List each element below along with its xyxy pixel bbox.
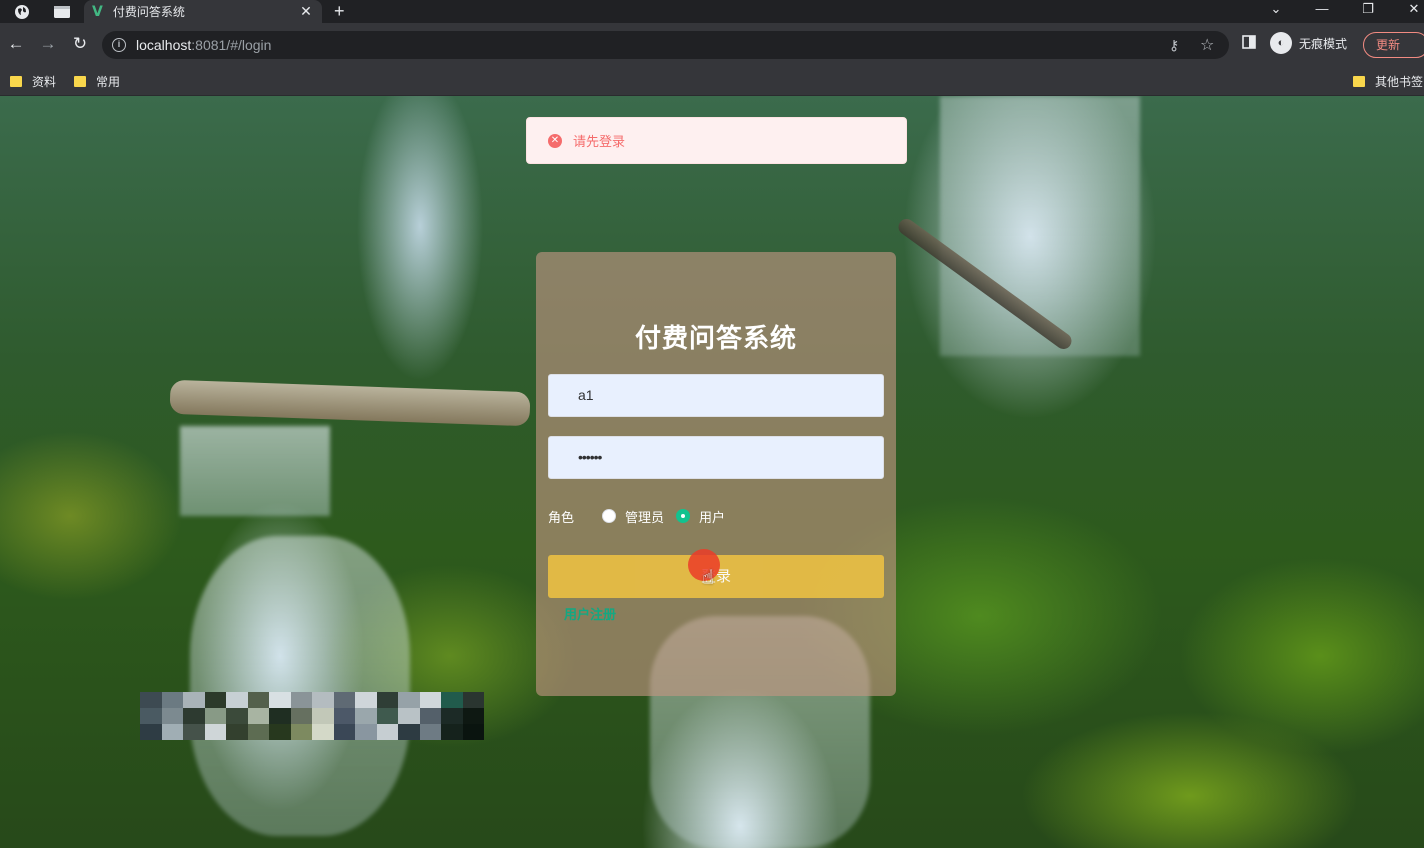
forward-arrow-icon[interactable]: → (37, 33, 59, 55)
close-window-icon[interactable]: ✕ (1391, 0, 1424, 23)
role-radio-user[interactable]: 用户 (676, 507, 725, 526)
waterfall-decoration (190, 536, 410, 836)
role-option-label: 用户 (699, 509, 726, 525)
pixelated-redaction (140, 692, 484, 740)
tab-search-icon[interactable] (50, 0, 74, 23)
back-arrow-icon[interactable]: ← (5, 33, 27, 55)
side-panel-icon[interactable] (1238, 33, 1260, 55)
log-decoration (169, 379, 531, 427)
radio-checked-icon[interactable] (676, 509, 691, 523)
login-card: 付费问答系统 a1 •••••• 角色 管理员 用户 登录 ☝ 用户注册 (536, 252, 896, 696)
minimize-icon[interactable]: — (1299, 0, 1345, 23)
url-host: localhost (136, 37, 192, 53)
register-link[interactable]: 用户注册 (564, 604, 616, 623)
url-path: :8081/#/login (191, 37, 272, 53)
bookmark-label: 常用 (96, 75, 121, 89)
role-radio-admin[interactable]: 管理员 (602, 507, 664, 526)
radio-unchecked-icon[interactable] (602, 509, 617, 523)
update-button[interactable]: 更新 (1363, 32, 1424, 58)
bookmark-folder[interactable]: 资料 (10, 73, 56, 90)
role-option-label: 管理员 (625, 509, 665, 525)
folder-icon (1353, 76, 1365, 87)
incognito-indicator[interactable]: ◐ 无痕模式 (1270, 32, 1347, 54)
tab-list-chevron-icon[interactable]: ⌄ (1253, 0, 1299, 23)
incognito-icon: ◐ (1270, 32, 1292, 54)
password-key-icon[interactable]: ⚷ (1169, 37, 1179, 54)
bookmarks-bar: 资料 常用 其他书签 (0, 67, 1424, 96)
globe-icon[interactable] (10, 0, 34, 23)
restore-icon[interactable]: ❐ (1345, 0, 1391, 23)
bookmark-folder[interactable]: 常用 (74, 73, 120, 90)
other-bookmarks[interactable]: 其他书签 (1353, 73, 1423, 90)
folder-icon (10, 76, 22, 87)
waterfall-decoration (180, 426, 330, 516)
bookmark-label: 资料 (32, 75, 57, 89)
username-input[interactable]: a1 (548, 374, 884, 417)
folder-icon (74, 76, 86, 87)
active-tab[interactable]: V 付费问答系统 ✕ (84, 0, 322, 23)
password-input[interactable]: •••••• (548, 436, 884, 479)
new-tab-button[interactable]: + (334, 0, 345, 23)
system-title: 付费问答系统 (634, 323, 797, 353)
role-radio-group: 角色 管理员 用户 (548, 506, 884, 526)
error-message-toast: ✕ 请先登录 (526, 117, 907, 164)
reload-icon[interactable]: ↻ (69, 33, 91, 55)
vue-logo-icon: V (92, 3, 103, 20)
browser-toolbar: ← → ↻ i localhost:8081/#/login ⚷ ☆ ◐ 无痕模… (0, 23, 1424, 67)
address-bar[interactable]: i localhost:8081/#/login ⚷ ☆ (102, 31, 1229, 59)
error-message-text: 请先登录 (573, 134, 626, 149)
incognito-label: 无痕模式 (1299, 36, 1348, 51)
bookmark-star-icon[interactable]: ☆ (1200, 35, 1214, 55)
error-circle-icon: ✕ (548, 133, 562, 148)
site-info-icon[interactable]: i (112, 38, 126, 52)
tab-title: 付费问答系统 (112, 5, 185, 19)
tab-close-icon[interactable]: ✕ (298, 3, 314, 20)
role-label: 角色 (548, 509, 575, 525)
browser-tabstrip: V 付费问答系统 ✕ + ⌄ — ❐ ✕ (0, 0, 1424, 23)
other-bookmarks-label: 其他书签 (1375, 75, 1424, 89)
login-page: ✕ 请先登录 付费问答系统 a1 •••••• 角色 管理员 用户 登录 ☝ 用… (0, 96, 1424, 848)
hand-cursor-icon: ☝ (702, 567, 715, 589)
